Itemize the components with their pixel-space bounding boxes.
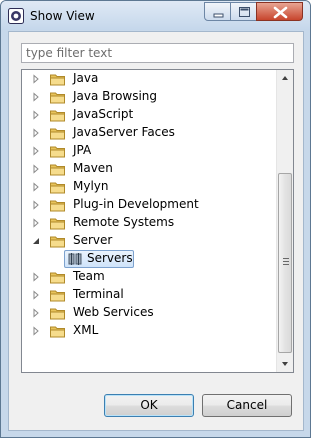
- folder-icon: [50, 164, 65, 176]
- folder-icon: [50, 218, 65, 230]
- show-view-dialog: Show View JavaJava BrowsingJavaScriptJav…: [0, 0, 311, 438]
- tree-item-label: JavaScript: [73, 107, 134, 121]
- tree-item[interactable]: JPA: [22, 142, 276, 160]
- expand-arrow-icon[interactable]: [30, 91, 42, 103]
- vertical-scrollbar[interactable]: [276, 70, 293, 372]
- folder-icon: [50, 308, 65, 320]
- tree-item-label: Servers: [87, 251, 133, 265]
- tree-item-label: Java: [73, 71, 99, 85]
- tree-item[interactable]: Server: [22, 232, 276, 250]
- tree-item[interactable]: JavaServer Faces: [22, 124, 276, 142]
- view-tree[interactable]: Java Java Browsing JavaScript JavaServer Fa…: [21, 69, 294, 373]
- tree-item[interactable]: Web Services: [22, 304, 276, 322]
- expand-arrow-icon[interactable]: [30, 217, 42, 229]
- expand-arrow-icon[interactable]: [30, 163, 42, 175]
- folder-icon: [50, 290, 65, 302]
- tree-item[interactable]: Terminal: [22, 286, 276, 304]
- title-bar[interactable]: Show View: [1, 1, 310, 30]
- tree-item-label: Terminal: [73, 287, 124, 301]
- thumb-grip: [283, 261, 289, 262]
- folder-icon: [50, 92, 65, 104]
- folder-icon: [50, 110, 65, 122]
- tree-item-label: JPA: [73, 143, 92, 157]
- tree-item-label: XML: [73, 323, 99, 337]
- expand-arrow-icon[interactable]: [30, 325, 42, 337]
- app-icon: [8, 8, 24, 24]
- maximize-button[interactable]: [230, 2, 257, 21]
- scroll-down-button[interactable]: [277, 355, 293, 372]
- folder-icon: [50, 326, 65, 338]
- tree-item-label: Java Browsing: [73, 89, 158, 103]
- expand-arrow-icon[interactable]: [30, 181, 42, 193]
- tree-item[interactable]: Java: [22, 70, 276, 88]
- scroll-up-button[interactable]: [277, 70, 293, 87]
- tree-item[interactable]: Plug-in Development: [22, 196, 276, 214]
- tree-item-servers[interactable]: Servers: [64, 250, 218, 268]
- expand-arrow-icon[interactable]: [30, 289, 42, 301]
- thumb-grip: [283, 264, 289, 265]
- tree-item-label: Server: [73, 233, 113, 247]
- tree-item[interactable]: JavaScript: [22, 106, 276, 124]
- folder-icon: [50, 74, 65, 86]
- tree-item-label: Maven: [73, 161, 113, 175]
- servers-icon: [68, 253, 82, 265]
- expand-arrow-icon[interactable]: [30, 127, 42, 139]
- arrow-down-icon: [282, 362, 288, 366]
- tree-item-label: Team: [73, 269, 105, 283]
- tree-item-label: Web Services: [73, 305, 154, 319]
- tree-item[interactable]: XML: [22, 322, 276, 340]
- tree-item-label: Mylyn: [73, 179, 109, 193]
- expand-arrow-icon[interactable]: [30, 307, 42, 319]
- tree-item[interactable]: Remote Systems: [22, 214, 276, 232]
- window-title: Show View: [30, 9, 95, 23]
- minimize-icon: [213, 13, 224, 18]
- arrow-up-icon: [282, 76, 288, 80]
- maximize-icon: [239, 7, 250, 17]
- expand-arrow-icon[interactable]: [30, 271, 42, 283]
- tree-item-label: Plug-in Development: [73, 197, 199, 211]
- tree-item[interactable]: Maven: [22, 160, 276, 178]
- tree-item[interactable]: Mylyn: [22, 178, 276, 196]
- ok-button[interactable]: OK: [104, 394, 194, 417]
- cancel-button[interactable]: Cancel: [202, 394, 292, 417]
- folder-icon: [50, 272, 65, 284]
- thumb-grip: [283, 258, 289, 259]
- scroll-thumb[interactable]: [278, 173, 292, 353]
- folder-icon: [50, 200, 65, 212]
- expand-arrow-icon[interactable]: [30, 109, 42, 121]
- close-button[interactable]: [256, 2, 303, 21]
- dialog-body: Java Java Browsing JavaScript JavaServer Fa…: [8, 31, 304, 431]
- expand-arrow-icon[interactable]: [30, 73, 42, 85]
- expand-arrow-icon[interactable]: [30, 145, 42, 157]
- folder-icon: [50, 128, 65, 140]
- collapse-arrow-icon[interactable]: [30, 235, 42, 247]
- tree-item-label: JavaServer Faces: [73, 125, 175, 139]
- folder-icon: [50, 236, 65, 248]
- tree-item[interactable]: Java Browsing: [22, 88, 276, 106]
- tree-item[interactable]: Team: [22, 268, 276, 286]
- close-icon: [273, 6, 288, 19]
- filter-input[interactable]: [21, 43, 294, 63]
- tree-item-label: Remote Systems: [73, 215, 175, 229]
- folder-icon: [50, 146, 65, 158]
- expand-arrow-icon[interactable]: [30, 199, 42, 211]
- minimize-button[interactable]: [204, 2, 231, 21]
- folder-icon: [50, 182, 65, 194]
